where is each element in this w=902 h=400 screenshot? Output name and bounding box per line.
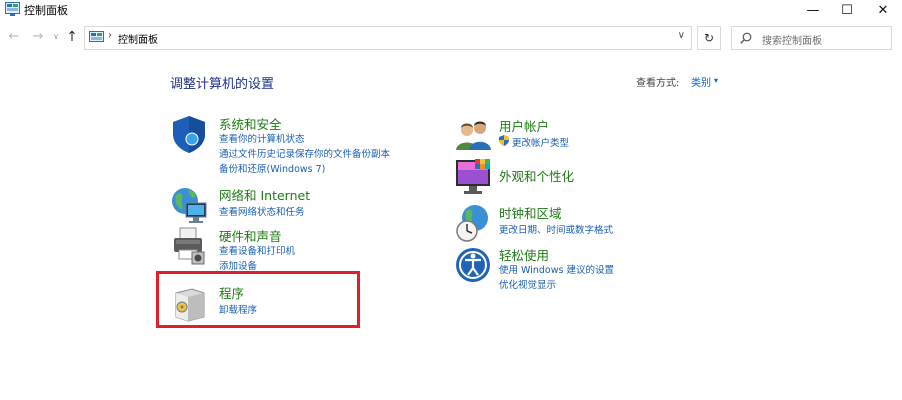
search-box[interactable]: 搜索控制面板	[731, 26, 892, 50]
minimize-button[interactable]: —	[796, 0, 830, 20]
globe-network-icon[interactable]	[170, 185, 208, 225]
category-link[interactable]: 备份和还原(Windows 7)	[219, 161, 325, 175]
category-link[interactable]: 使用 Windows 建议的设置	[499, 262, 614, 276]
title-bar: 控制面板 — ☐ ✕	[0, 0, 902, 22]
control-panel-icon	[89, 31, 104, 42]
category-link[interactable]: 优化视觉显示	[499, 277, 556, 291]
forward-arrow-icon[interactable]: →	[30, 29, 46, 45]
view-by-label: 查看方式:	[636, 78, 680, 89]
shield-icon[interactable]	[170, 114, 208, 154]
category-link[interactable]: 添加设备	[219, 258, 257, 272]
category-link[interactable]: 查看设备和打印机	[219, 243, 295, 257]
view-by-dropdown[interactable]: 类别	[691, 74, 711, 89]
chevron-down-icon[interactable]: ▾	[714, 76, 718, 85]
breadcrumb-separator[interactable]: ›	[108, 30, 112, 41]
uac-shield-icon	[499, 135, 509, 146]
highlight-box	[156, 271, 360, 328]
category-link[interactable]: 查看网络状态和任务	[219, 204, 305, 218]
navigation-bar: ← → ∨ ↑ › 控制面板 ∨ ↻ 搜索控制面板	[0, 24, 902, 54]
breadcrumb[interactable]: 控制面板	[118, 31, 158, 46]
category-link[interactable]: 查看你的计算机状态	[219, 131, 305, 145]
users-icon[interactable]	[455, 116, 493, 156]
chevron-down-icon[interactable]: ∨	[678, 30, 685, 41]
control-panel-icon	[5, 2, 20, 16]
category-title[interactable]: 网络和 Internet	[219, 185, 310, 204]
appearance-monitor-icon[interactable]	[455, 157, 493, 197]
close-button[interactable]: ✕	[866, 0, 900, 20]
refresh-button[interactable]: ↻	[697, 26, 721, 50]
category-link[interactable]: 通过文件历史记录保存你的文件备份副本	[219, 146, 390, 160]
maximize-button[interactable]: ☐	[830, 0, 864, 20]
ease-of-access-icon[interactable]	[455, 245, 493, 285]
back-arrow-icon[interactable]: ←	[6, 29, 22, 45]
up-arrow-icon[interactable]: ↑	[64, 29, 80, 45]
address-bar[interactable]: › 控制面板 ∨	[84, 26, 692, 50]
search-icon	[740, 32, 752, 44]
category-title[interactable]: 外观和个性化	[499, 166, 574, 185]
page-title: 调整计算机的设置	[170, 77, 275, 92]
printer-icon[interactable]	[170, 226, 208, 266]
category-link[interactable]: 更改帐户类型	[512, 135, 569, 149]
clock-globe-icon[interactable]	[455, 203, 493, 243]
category-link[interactable]: 更改日期、时间或数字格式	[499, 222, 613, 236]
category-title[interactable]: 时钟和区域	[499, 203, 562, 222]
category-title[interactable]: 用户帐户	[499, 116, 549, 135]
recent-locations-chevron-icon[interactable]: ∨	[48, 29, 64, 45]
window-title: 控制面板	[24, 4, 68, 17]
search-input[interactable]: 搜索控制面板	[762, 32, 822, 47]
